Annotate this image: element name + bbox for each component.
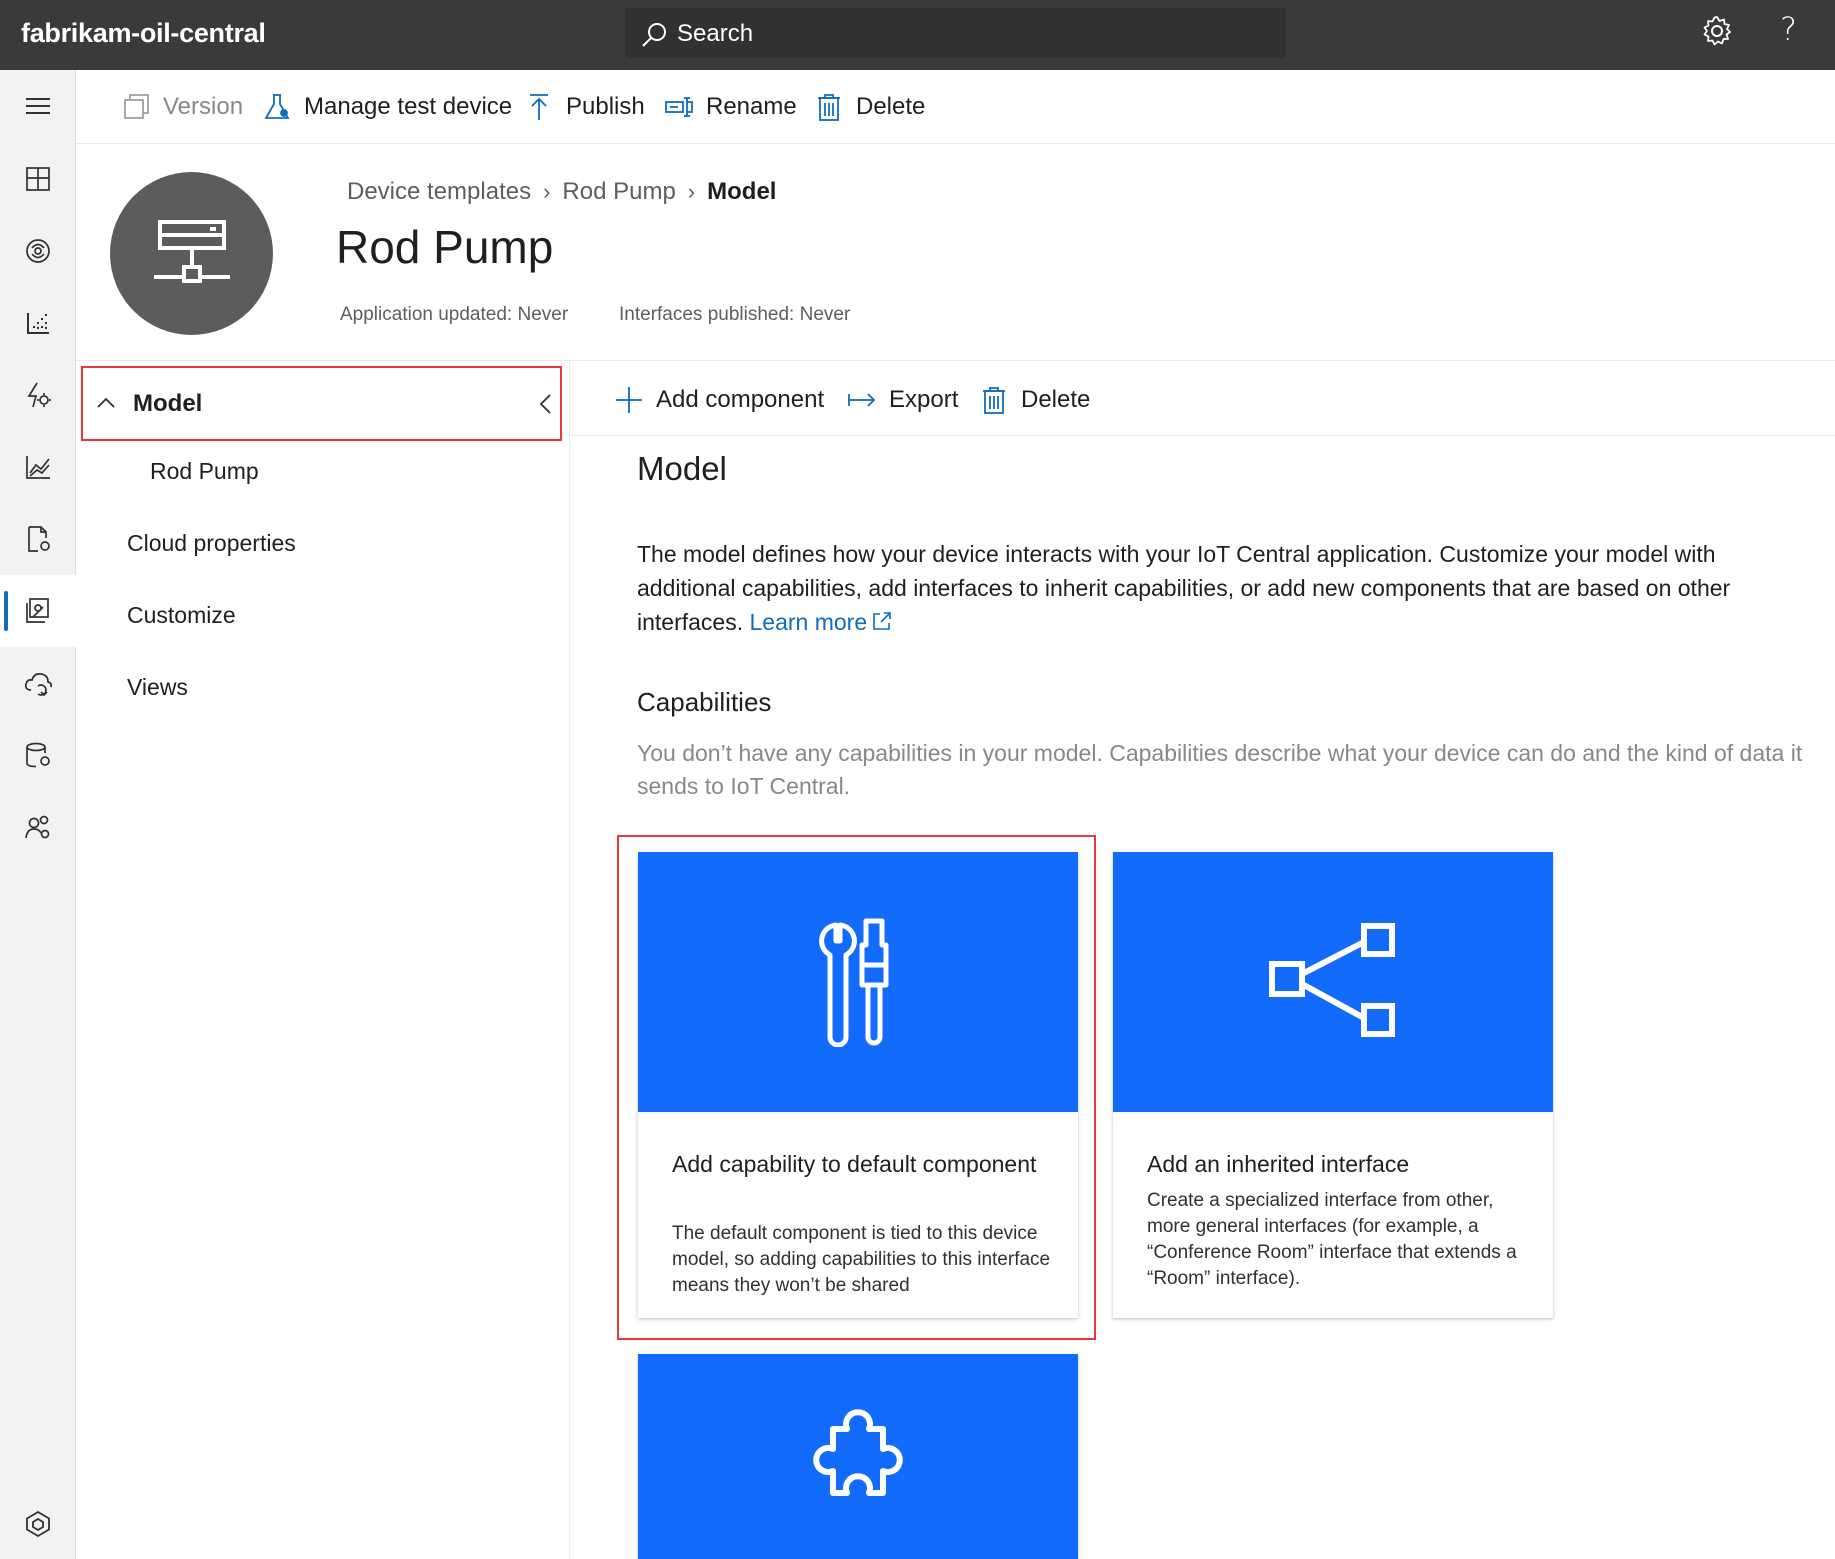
- external-link-icon: [873, 612, 891, 630]
- delete-button[interactable]: Delete: [814, 90, 925, 124]
- breadcrumb-device-templates[interactable]: Device templates: [347, 178, 531, 206]
- dashboard-icon[interactable]: [0, 143, 76, 215]
- card-banner: [638, 852, 1078, 1112]
- version-icon: [124, 94, 149, 119]
- rules-icon[interactable]: [0, 359, 76, 431]
- export-label: Export: [889, 386, 959, 413]
- capabilities-empty-text: You don’t have any capabilities in your …: [637, 740, 1803, 799]
- breadcrumb-model: Model: [707, 178, 777, 205]
- command-bar: Version Manage test device Publish Renam…: [76, 70, 1835, 144]
- device-icon[interactable]: [0, 215, 76, 287]
- breadcrumb-rod-pump[interactable]: Rod Pump: [562, 178, 675, 206]
- hamburger-icon[interactable]: [0, 70, 76, 142]
- model-description: The model defines how your device intera…: [637, 537, 1807, 639]
- jobs-icon[interactable]: [0, 503, 76, 575]
- tree-item-rod-pump[interactable]: Rod Pump: [150, 458, 259, 485]
- tree-item-model[interactable]: Model: [81, 366, 562, 441]
- content-delete-button[interactable]: Delete: [979, 381, 1090, 419]
- chevron-up-icon[interactable]: [95, 392, 117, 414]
- flask-icon: [264, 94, 290, 119]
- left-nav-rail: [0, 70, 76, 1559]
- tree-item-model-label: Model: [133, 390, 203, 417]
- tools-icon: [819, 918, 889, 1047]
- device-templates-icon[interactable]: [0, 575, 76, 647]
- card-banner: [1113, 852, 1553, 1112]
- top-bar: fabrikam-oil-central Search ?: [0, 0, 1835, 70]
- users-icon[interactable]: [0, 791, 76, 863]
- add-component-button[interactable]: Add component: [614, 381, 824, 419]
- add-inherited-interface-card[interactable]: Add an inherited interface Create a spec…: [1113, 852, 1553, 1318]
- trash-icon: [983, 387, 1005, 414]
- learn-more-label: Learn more: [749, 609, 868, 635]
- content-delete-label: Delete: [1021, 386, 1091, 413]
- publish-button[interactable]: Publish: [524, 90, 645, 124]
- delete-label: Delete: [856, 93, 926, 120]
- help-icon[interactable]: ?: [1780, 10, 1797, 48]
- add-component-card[interactable]: [638, 1354, 1078, 1559]
- breadcrumb: Device templates › Rod Pump › Model: [347, 178, 776, 206]
- application-updated-text: Application updated: Never: [340, 304, 569, 325]
- manage-test-device-label: Manage test device: [304, 93, 513, 120]
- share-icon: [1269, 923, 1395, 1037]
- search-icon: [642, 23, 666, 47]
- trash-icon: [818, 94, 840, 121]
- model-heading: Model: [637, 450, 727, 487]
- manage-test-device-button[interactable]: Manage test device: [262, 90, 512, 124]
- chevron-right-icon: ›: [687, 179, 696, 204]
- gear-icon[interactable]: [1700, 14, 1734, 48]
- iot-central-icon[interactable]: [0, 1488, 76, 1559]
- tree-item-customize[interactable]: Customize: [127, 602, 236, 629]
- card-title: Add capability to default component: [672, 1151, 1037, 1177]
- template-tree: Model Rod Pump Cloud properties Customiz…: [76, 361, 570, 1559]
- device-groups-icon[interactable]: [0, 287, 76, 359]
- server-network-icon: [153, 219, 230, 283]
- card-banner: [638, 1354, 1078, 1559]
- rename-button[interactable]: Rename: [664, 90, 797, 124]
- data-export-icon[interactable]: [0, 647, 76, 719]
- content-divider: [571, 435, 1835, 436]
- rename-label: Rename: [706, 93, 797, 120]
- app-title[interactable]: fabrikam-oil-central: [21, 18, 266, 49]
- card-text: The default component is tied to this de…: [672, 1223, 1051, 1296]
- publish-label: Publish: [566, 93, 645, 120]
- search-label: Search: [677, 20, 754, 47]
- administration-icon[interactable]: [0, 719, 76, 791]
- page-title: Rod Pump: [336, 221, 554, 273]
- tree-item-cloud-properties[interactable]: Cloud properties: [127, 530, 296, 557]
- publish-icon: [530, 94, 548, 120]
- export-icon: [848, 393, 876, 407]
- add-component-label: Add component: [656, 386, 825, 413]
- export-button[interactable]: Export: [847, 381, 958, 419]
- add-capability-card[interactable]: Add capability to default component The …: [638, 852, 1078, 1318]
- card-text: Create a specialized interface from othe…: [1147, 1190, 1517, 1289]
- search-box[interactable]: Search: [625, 8, 1286, 58]
- card-title: Add an inherited interface: [1147, 1151, 1410, 1177]
- analytics-icon[interactable]: [0, 431, 76, 503]
- interfaces-published-text: Interfaces published: Never: [619, 304, 851, 325]
- puzzle-icon: [813, 1408, 903, 1496]
- plus-icon: [616, 387, 642, 413]
- version-button[interactable]: Version: [121, 90, 243, 124]
- version-label: Version: [163, 93, 244, 120]
- learn-more-link[interactable]: Learn more: [750, 609, 894, 635]
- chevron-right-icon: ›: [543, 179, 551, 204]
- tree-item-views[interactable]: Views: [127, 674, 188, 701]
- rename-icon: [665, 97, 693, 117]
- collapse-panel-icon[interactable]: [536, 392, 556, 416]
- device-template-avatar: [110, 172, 273, 335]
- capabilities-heading: Capabilities: [637, 687, 772, 717]
